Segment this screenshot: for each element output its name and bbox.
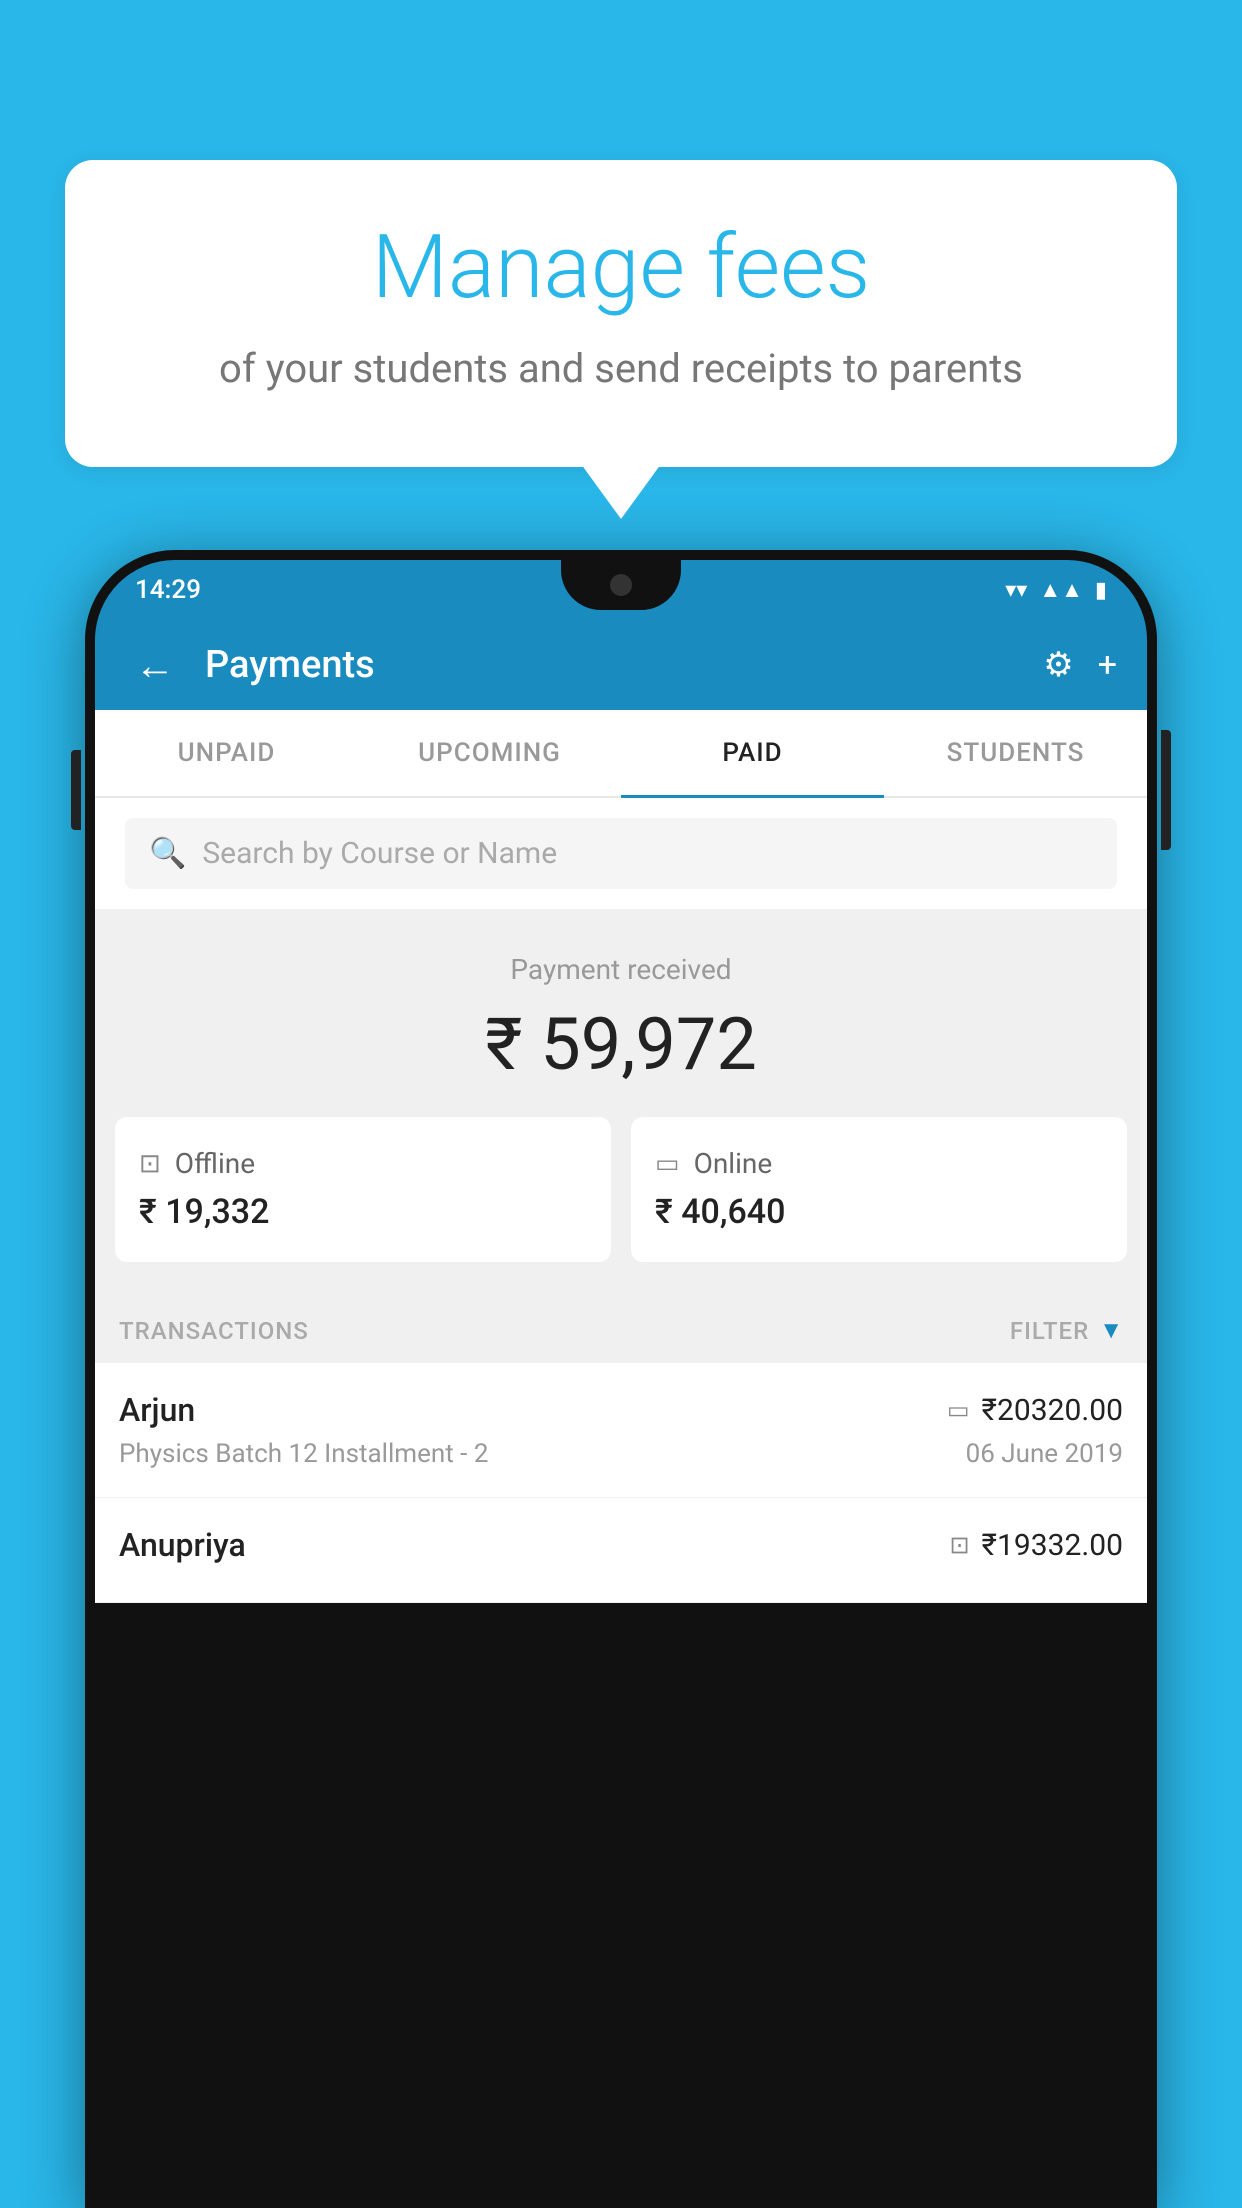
- plus-icon[interactable]: +: [1098, 645, 1117, 685]
- transaction-row-bottom: Physics Batch 12 Installment - 2 06 June…: [119, 1439, 1123, 1469]
- transaction-row-top: Arjun ▭ ₹20320.00: [119, 1391, 1123, 1429]
- filter-button[interactable]: FILTER ▼: [1010, 1316, 1123, 1345]
- tab-unpaid[interactable]: UNPAID: [95, 710, 358, 796]
- bubble-subtitle: of your students and send receipts to pa…: [145, 341, 1097, 397]
- search-input-wrapper[interactable]: 🔍 Search by Course or Name: [125, 818, 1117, 889]
- transaction-name: Anupriya: [119, 1526, 246, 1564]
- transaction-amount: ₹19332.00: [982, 1528, 1123, 1563]
- back-button[interactable]: ←: [125, 632, 185, 699]
- transaction-item[interactable]: Anupriya ⊡ ₹19332.00: [95, 1498, 1147, 1603]
- transactions-label: TRANSACTIONS: [119, 1317, 309, 1345]
- offline-card: ⊡ Offline ₹ 19,332: [115, 1117, 611, 1262]
- battery-icon: ▮: [1095, 578, 1107, 603]
- app-bar: ← Payments ⚙ +: [95, 620, 1147, 710]
- transaction-item[interactable]: Arjun ▭ ₹20320.00 Physics Batch 12 Insta…: [95, 1363, 1147, 1498]
- transaction-type-icon: ▭: [947, 1396, 970, 1424]
- search-bar: 🔍 Search by Course or Name: [95, 798, 1147, 909]
- phone-inner: 14:29 ▾▾ ▲▲ ▮ ← Payments ⚙ + UNPAID UPCO…: [95, 560, 1147, 2208]
- tab-students[interactable]: STUDENTS: [884, 710, 1147, 796]
- online-card-header: ▭ Online: [655, 1147, 1103, 1180]
- transaction-name: Arjun: [119, 1391, 195, 1429]
- search-input[interactable]: Search by Course or Name: [202, 836, 557, 871]
- tab-paid[interactable]: PAID: [621, 710, 884, 796]
- payment-received-section: Payment received ₹ 59,972: [95, 909, 1147, 1117]
- transactions-header: TRANSACTIONS FILTER ▼: [95, 1292, 1147, 1363]
- online-card-icon: ▭: [655, 1149, 680, 1179]
- tab-upcoming[interactable]: UPCOMING: [358, 710, 621, 796]
- payment-received-amount: ₹ 59,972: [125, 1002, 1117, 1087]
- filter-label: FILTER: [1010, 1317, 1089, 1345]
- screen-content: 🔍 Search by Course or Name Payment recei…: [95, 798, 1147, 1603]
- search-icon: 🔍: [149, 836, 186, 871]
- signal-icon: ▲▲: [1039, 577, 1083, 603]
- offline-card-icon: ⊡: [139, 1149, 161, 1179]
- transaction-amount-row: ⊡ ₹19332.00: [949, 1528, 1123, 1563]
- payment-received-label: Payment received: [125, 953, 1117, 986]
- wifi-icon: ▾▾: [1005, 578, 1027, 603]
- speech-bubble: Manage fees of your students and send re…: [65, 160, 1177, 467]
- online-card: ▭ Online ₹ 40,640: [631, 1117, 1127, 1262]
- front-camera: [610, 574, 632, 596]
- transaction-type-icon: ⊡: [949, 1531, 969, 1559]
- online-card-amount: ₹ 40,640: [655, 1192, 1103, 1232]
- speech-bubble-container: Manage fees of your students and send re…: [65, 160, 1177, 467]
- phone-frame: 14:29 ▾▾ ▲▲ ▮ ← Payments ⚙ + UNPAID UPCO…: [85, 550, 1157, 2208]
- side-button-left: [71, 750, 81, 830]
- offline-card-header: ⊡ Offline: [139, 1147, 587, 1180]
- phone-notch: [561, 560, 681, 610]
- transaction-row-top: Anupriya ⊡ ₹19332.00: [119, 1526, 1123, 1564]
- payment-cards: ⊡ Offline ₹ 19,332 ▭ Online ₹ 40,640: [95, 1117, 1147, 1292]
- offline-card-type: Offline: [175, 1147, 255, 1180]
- gear-icon[interactable]: ⚙: [1043, 645, 1073, 685]
- transaction-date: 06 June 2019: [966, 1439, 1123, 1469]
- tabs: UNPAID UPCOMING PAID STUDENTS: [95, 710, 1147, 798]
- status-time: 14:29: [135, 575, 201, 605]
- status-icons: ▾▾ ▲▲ ▮: [1005, 577, 1107, 603]
- bubble-title: Manage fees: [145, 220, 1097, 317]
- offline-card-amount: ₹ 19,332: [139, 1192, 587, 1232]
- transaction-course: Physics Batch 12 Installment - 2: [119, 1439, 488, 1469]
- transaction-amount: ₹20320.00: [982, 1393, 1123, 1428]
- app-title: Payments: [205, 643, 1023, 687]
- filter-icon: ▼: [1099, 1316, 1123, 1345]
- side-button-right: [1161, 730, 1171, 850]
- app-bar-icons: ⚙ +: [1043, 645, 1117, 685]
- online-card-type: Online: [694, 1147, 773, 1180]
- transaction-amount-row: ▭ ₹20320.00: [947, 1393, 1123, 1428]
